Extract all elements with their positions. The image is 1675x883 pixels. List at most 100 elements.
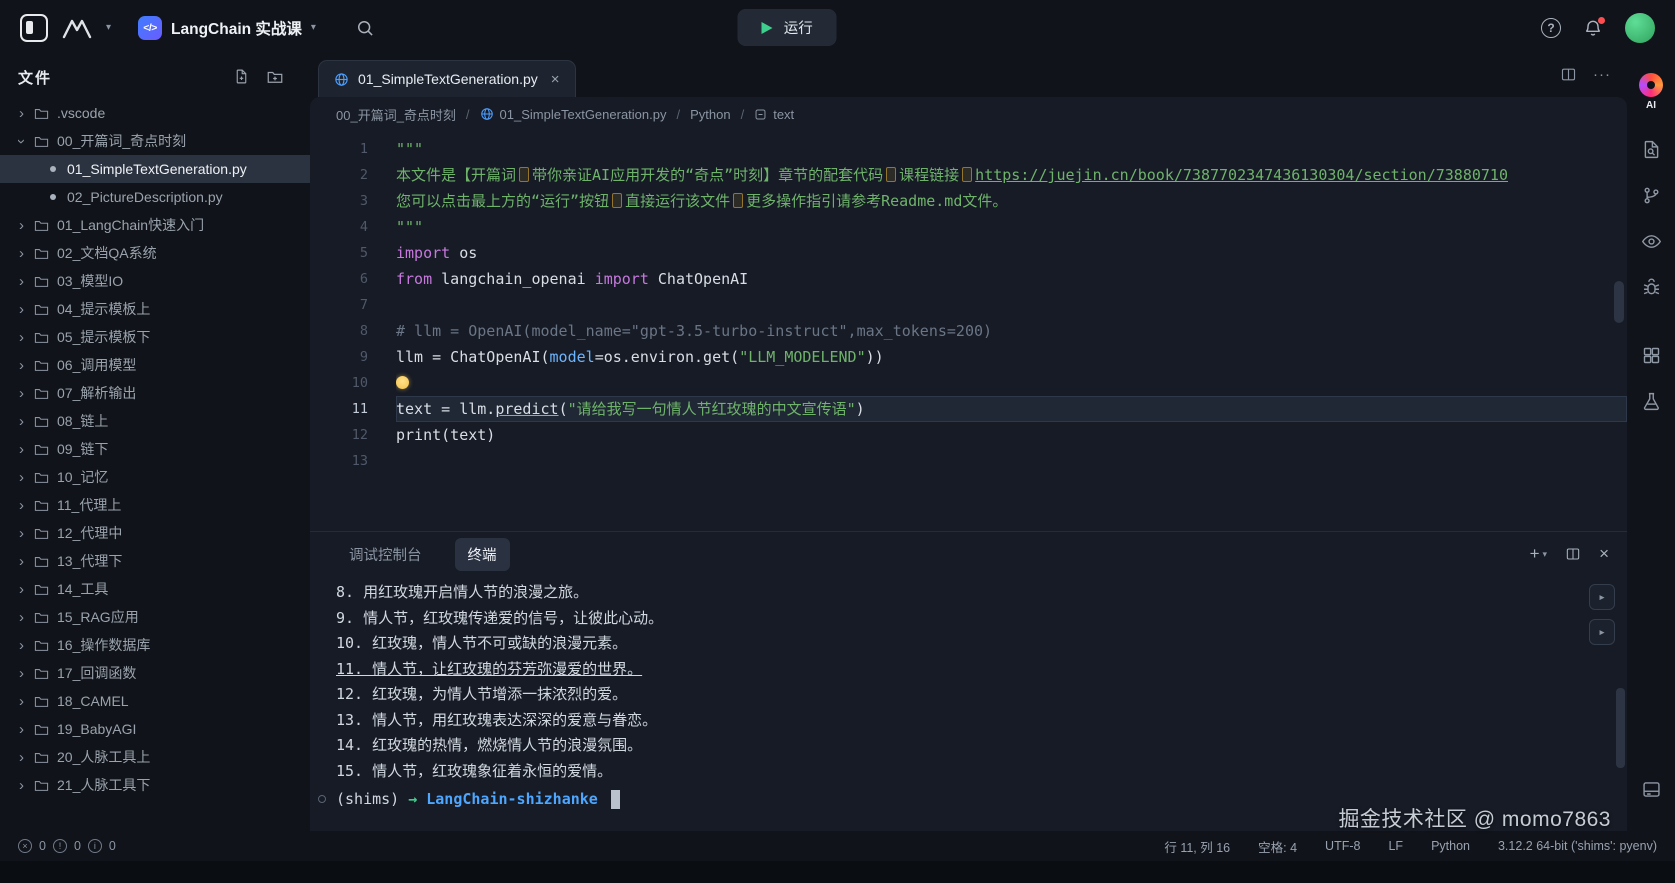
new-folder-button[interactable] bbox=[266, 68, 284, 86]
new-terminal-button[interactable]: +▾ bbox=[1530, 544, 1547, 564]
code-line[interactable]: 6from langchain_openai import ChatOpenAI bbox=[310, 266, 1627, 292]
help-button[interactable] bbox=[1541, 18, 1561, 38]
folder-item[interactable]: ›14_工具 bbox=[0, 575, 310, 603]
code-line[interactable]: 5import os bbox=[310, 240, 1627, 266]
source-control-button[interactable] bbox=[1633, 177, 1669, 213]
folder-item[interactable]: ›16_操作数据库 bbox=[0, 631, 310, 659]
missing-glyph-box bbox=[886, 167, 896, 182]
code-line[interactable]: 8# llm = OpenAI(model_name="gpt-3.5-turb… bbox=[310, 318, 1627, 344]
editor-scrollbar[interactable] bbox=[1614, 281, 1624, 323]
chevron-icon: › bbox=[14, 245, 29, 262]
folder-item[interactable]: ›18_CAMEL bbox=[0, 687, 310, 715]
run-button[interactable]: 运行 bbox=[738, 9, 837, 46]
tests-button[interactable] bbox=[1633, 383, 1669, 419]
brand-mountain-logo[interactable] bbox=[61, 17, 93, 39]
file-icon bbox=[50, 194, 56, 200]
encoding[interactable]: UTF-8 bbox=[1325, 837, 1360, 856]
terminal[interactable]: 8. 用红玫瑰开启情人节的浪漫之旅。9. 情人节，红玫瑰传递爱的信号，让彼此心动… bbox=[310, 576, 1627, 831]
folder-item[interactable]: ›11_代理上 bbox=[0, 491, 310, 519]
user-avatar[interactable] bbox=[1625, 13, 1655, 43]
code-line[interactable]: 1""" bbox=[310, 136, 1627, 162]
ai-icon bbox=[1639, 73, 1663, 97]
error-count: 0 bbox=[39, 839, 46, 853]
close-panel-button[interactable]: × bbox=[1599, 544, 1609, 564]
panel-toggle-button[interactable] bbox=[1633, 771, 1669, 807]
folder-item[interactable]: ›02_文档QA系统 bbox=[0, 239, 310, 267]
tab-terminal[interactable]: 终端 bbox=[455, 538, 510, 571]
breadcrumb-item[interactable]: 01_SimpleTextGeneration.py bbox=[480, 107, 667, 122]
folder-item[interactable]: ›17_回调函数 bbox=[0, 659, 310, 687]
breadcrumb-item[interactable]: Python bbox=[690, 107, 730, 122]
code-line[interactable]: 12print(text) bbox=[310, 422, 1627, 448]
terminal-scrollbar[interactable] bbox=[1616, 688, 1625, 768]
code-line[interactable]: 4""" bbox=[310, 214, 1627, 240]
cursor-position[interactable]: 行 11, 列 16 bbox=[1164, 837, 1230, 856]
terminal-action-button[interactable] bbox=[1589, 619, 1615, 645]
folder-item[interactable]: ›07_解析输出 bbox=[0, 379, 310, 407]
tree-item-label: .vscode bbox=[57, 105, 105, 121]
split-panel-button[interactable] bbox=[1565, 546, 1581, 562]
code-line[interactable]: 7 bbox=[310, 292, 1627, 318]
code-line[interactable]: 9llm = ChatOpenAI(model=os.environ.get("… bbox=[310, 344, 1627, 370]
watermark: 掘金技术社区 @ momo7863 bbox=[1338, 803, 1611, 833]
folder-item[interactable]: ›.vscode bbox=[0, 99, 310, 127]
preview-button[interactable] bbox=[1633, 223, 1669, 259]
code-token: "LLM_MODELEND" bbox=[739, 348, 865, 366]
python-interpreter[interactable]: 3.12.2 64-bit ('shims': pyenv) bbox=[1498, 837, 1657, 856]
folder-item[interactable]: ›13_代理下 bbox=[0, 547, 310, 575]
terminal-action-button[interactable] bbox=[1589, 584, 1615, 610]
code-line[interactable]: 3您可以点击最上方的“运行”按钮直接运行该文件更多操作指引请参考Readme.m… bbox=[310, 188, 1627, 214]
indentation[interactable]: 空格: 4 bbox=[1258, 837, 1297, 856]
folder-item[interactable]: ›00_开篇词_奇点时刻 bbox=[0, 127, 310, 155]
folder-item[interactable]: ›21_人脉工具下 bbox=[0, 771, 310, 799]
app-logo[interactable] bbox=[20, 14, 48, 42]
code-token: os bbox=[450, 244, 477, 262]
folder-icon bbox=[34, 358, 49, 373]
folder-item[interactable]: ›05_提示模板下 bbox=[0, 323, 310, 351]
split-editor-button[interactable] bbox=[1560, 66, 1577, 83]
folder-item[interactable]: ›10_记忆 bbox=[0, 463, 310, 491]
code-line[interactable]: 10 bbox=[310, 370, 1627, 396]
editor-tab[interactable]: 01_SimpleTextGeneration.py × bbox=[318, 60, 576, 97]
breadcrumb-item[interactable]: 00_开篇词_奇点时刻 bbox=[336, 105, 456, 124]
notifications-button[interactable] bbox=[1583, 18, 1603, 38]
code-line[interactable]: 2本文件是【开篇词带你亲证AI应用开发的“奇点”时刻】章节的配套代码课程链接ht… bbox=[310, 162, 1627, 188]
language-mode[interactable]: Python bbox=[1431, 837, 1470, 856]
ai-assistant-button[interactable]: AI bbox=[1633, 67, 1669, 117]
folder-item[interactable]: ›08_链上 bbox=[0, 407, 310, 435]
folder-item[interactable]: ›04_提示模板上 bbox=[0, 295, 310, 323]
line-number: 7 bbox=[310, 292, 368, 318]
new-file-button[interactable] bbox=[233, 68, 250, 86]
folder-item[interactable]: ›12_代理中 bbox=[0, 519, 310, 547]
terminal-line: 9. 情人节，红玫瑰传递爱的信号，让彼此心动。 bbox=[336, 606, 1627, 632]
file-item[interactable]: 01_SimpleTextGeneration.py bbox=[0, 155, 310, 183]
breadcrumb-item[interactable]: text bbox=[754, 107, 794, 122]
code-line[interactable]: 11text = llm.predict("请给我写一句情人节红玫瑰的中文宣传语… bbox=[310, 396, 1627, 422]
extensions-button[interactable] bbox=[1633, 337, 1669, 373]
code-line[interactable]: 13 bbox=[310, 448, 1627, 474]
search-button[interactable] bbox=[355, 18, 375, 38]
folder-item[interactable]: ›19_BabyAGI bbox=[0, 715, 310, 743]
folder-item[interactable]: ›09_链下 bbox=[0, 435, 310, 463]
chevron-down-icon[interactable]: ▾ bbox=[106, 23, 111, 33]
debug-button[interactable] bbox=[1633, 269, 1669, 305]
eol-selector[interactable]: LF bbox=[1388, 837, 1403, 856]
code-editor[interactable]: 1"""2本文件是【开篇词带你亲证AI应用开发的“奇点”时刻】章节的配套代码课程… bbox=[310, 131, 1627, 531]
breadcrumb: 00_开篇词_奇点时刻/01_SimpleTextGeneration.py/P… bbox=[310, 97, 1627, 131]
code-token: 课程链接 bbox=[899, 166, 959, 184]
close-tab-icon[interactable]: × bbox=[551, 71, 560, 88]
folder-item[interactable]: ›15_RAG应用 bbox=[0, 603, 310, 631]
file-item[interactable]: 02_PictureDescription.py bbox=[0, 183, 310, 211]
chevron-icon: › bbox=[14, 497, 29, 514]
missing-glyph-box bbox=[733, 193, 743, 208]
info-icon bbox=[88, 839, 102, 853]
file-search-button[interactable] bbox=[1633, 131, 1669, 167]
problems-indicator[interactable]: 0 0 0 bbox=[18, 839, 116, 853]
folder-item[interactable]: ›06_调用模型 bbox=[0, 351, 310, 379]
workspace-switcher[interactable]: </> LangChain 实战课 ▾ bbox=[138, 16, 316, 40]
tab-debug-console[interactable]: 调试控制台 bbox=[336, 538, 435, 571]
more-actions-button[interactable]: ··· bbox=[1593, 66, 1611, 83]
folder-item[interactable]: ›20_人脉工具上 bbox=[0, 743, 310, 771]
folder-item[interactable]: ›03_模型IO bbox=[0, 267, 310, 295]
folder-item[interactable]: ›01_LangChain快速入门 bbox=[0, 211, 310, 239]
